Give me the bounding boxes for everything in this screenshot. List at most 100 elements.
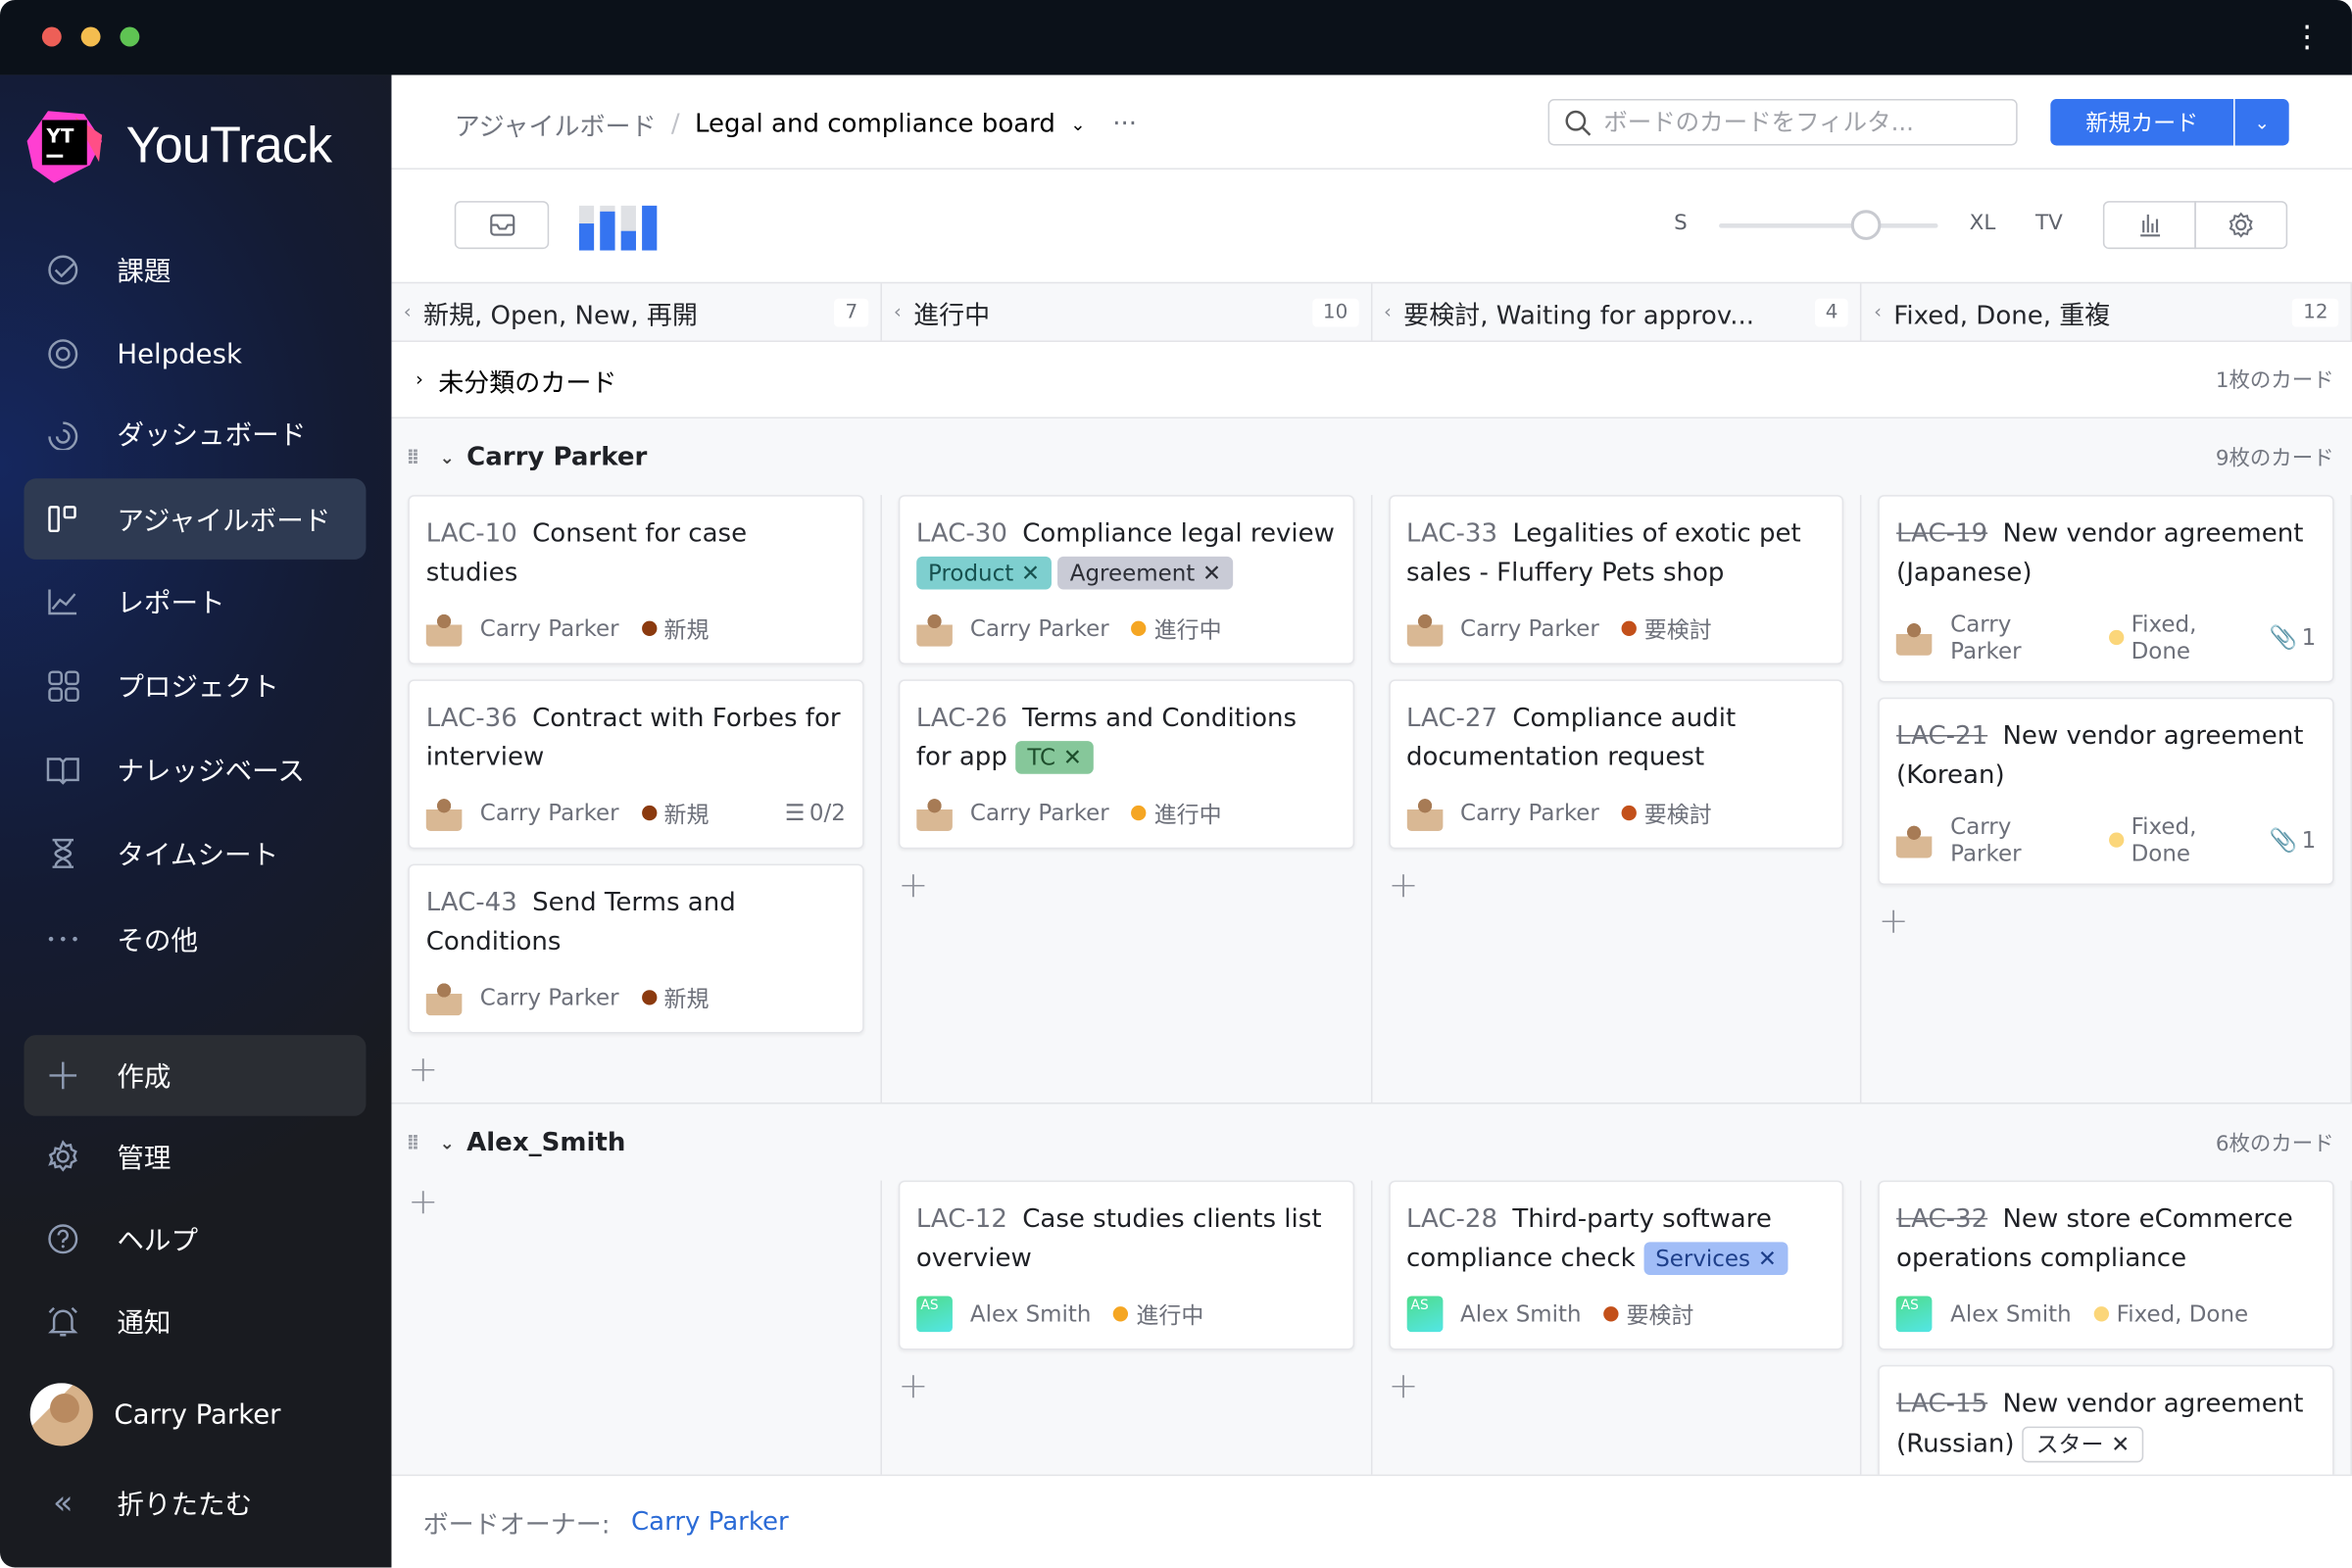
sidebar-item-plus[interactable]: 作成 — [24, 1035, 367, 1116]
tag[interactable]: Services ✕ — [1642, 1242, 1789, 1276]
size-tv-button[interactable]: TV — [2035, 212, 2063, 235]
state-label[interactable]: 進行中 — [1154, 612, 1222, 644]
subtasks[interactable]: ☰ 0/2 — [785, 800, 846, 827]
tag[interactable]: Agreement ✕ — [1057, 556, 1234, 590]
issue-id[interactable]: LAC-32 — [1896, 1204, 1987, 1235]
add-card-button[interactable]: + — [1389, 1365, 1844, 1404]
chevron-left-icon[interactable]: ‹ — [1384, 301, 1392, 323]
tag[interactable]: スター ✕ — [2022, 1426, 2144, 1463]
close-icon[interactable]: ✕ — [2111, 1431, 2130, 1458]
sidebar-item-bell[interactable]: 通知 — [24, 1281, 366, 1362]
report-button[interactable] — [2102, 201, 2196, 250]
card-size-slider-handle[interactable] — [1850, 210, 1882, 240]
sidebar-item-hourglass[interactable]: タイムシート — [24, 813, 366, 895]
chevron-down-icon[interactable]: ⌄ — [439, 1132, 454, 1152]
add-card-button[interactable]: + — [1389, 864, 1844, 904]
close-icon[interactable]: ✕ — [1758, 1245, 1777, 1272]
state-label[interactable]: 新規 — [664, 982, 710, 1013]
assignee-name[interactable]: Alex Smith — [970, 1300, 1092, 1328]
state-label[interactable]: 要検討 — [1627, 1298, 1694, 1330]
issue-id[interactable]: LAC-30 — [916, 519, 1007, 550]
issue-card[interactable]: LAC-36 Contract with Forbes for interview… — [408, 679, 864, 850]
new-card-dropdown-button[interactable]: ⌄ — [2234, 99, 2289, 146]
board-selector[interactable]: Legal and compliance board — [695, 109, 1055, 139]
issue-card[interactable]: LAC-26 Terms and Conditions for app TC ✕ Ca… — [898, 679, 1354, 850]
sidebar-item-more[interactable]: その他 — [24, 899, 366, 980]
assignee-name[interactable]: Carry Parker — [1950, 813, 2086, 867]
state-label[interactable]: Fixed, Done — [2132, 611, 2261, 664]
chevron-down-icon[interactable]: ⌄ — [1070, 114, 1085, 134]
state-label[interactable]: Fixed, Done — [2132, 813, 2261, 867]
card-size-slider[interactable] — [1719, 223, 1938, 228]
assignee-name[interactable]: Carry Parker — [970, 615, 1109, 643]
issue-id[interactable]: LAC-43 — [426, 888, 517, 918]
assignee-name[interactable]: Carry Parker — [970, 800, 1109, 827]
sprint-chart-button[interactable] — [578, 205, 658, 257]
issue-card[interactable]: LAC-43 Send Terms and Conditions Carry Pa… — [408, 863, 864, 1034]
assignee-name[interactable]: Carry Parker — [1460, 615, 1599, 643]
assignee-name[interactable]: Alex Smith — [1460, 1300, 1582, 1328]
assignee-name[interactable]: Carry Parker — [480, 984, 619, 1011]
sidebar-item-projects-grid[interactable]: プロジェクト — [24, 645, 366, 726]
card-filter-search[interactable] — [1547, 99, 2018, 146]
close-icon[interactable]: ✕ — [1021, 560, 1040, 587]
sidebar-item-lifebuoy[interactable]: Helpdesk — [24, 314, 366, 395]
close-icon[interactable]: ✕ — [1202, 560, 1221, 587]
add-card-button[interactable]: + — [408, 1181, 863, 1220]
sidebar-item-check-circle[interactable]: 課題 — [24, 229, 366, 311]
issue-id[interactable]: LAC-10 — [426, 519, 517, 550]
drag-handle-icon[interactable]: ⁞⁞ — [407, 445, 440, 468]
search-input[interactable] — [1603, 108, 1994, 137]
add-card-button[interactable]: + — [898, 1365, 1353, 1404]
chevron-left-icon[interactable]: ‹ — [894, 301, 902, 323]
state-label[interactable]: 進行中 — [1154, 798, 1222, 829]
assignee-name[interactable]: Carry Parker — [480, 615, 619, 643]
more-options-icon[interactable]: ··· — [1112, 109, 1137, 139]
add-card-button[interactable]: + — [408, 1049, 863, 1088]
minimize-window-button[interactable] — [80, 26, 101, 47]
add-card-button[interactable]: + — [898, 864, 1353, 904]
chevron-down-icon[interactable]: ⌄ — [439, 446, 454, 466]
board-owner-link[interactable]: Carry Parker — [631, 1506, 789, 1537]
issue-id[interactable]: LAC-15 — [1896, 1389, 1987, 1419]
issue-card[interactable]: LAC-30 Compliance legal review Product ✕ Ag… — [898, 495, 1354, 665]
logo[interactable]: YT YouTrack — [24, 105, 332, 186]
issue-id[interactable]: LAC-33 — [1406, 519, 1497, 550]
sidebar-item-agile-board[interactable]: アジャイルボード — [24, 478, 367, 560]
state-label[interactable]: 新規 — [664, 612, 710, 644]
column-header[interactable]: ‹ 新規, Open, New, 再開 7 — [391, 283, 882, 341]
sidebar-user-profile[interactable]: Carry Parker — [29, 1374, 372, 1455]
close-window-button[interactable] — [41, 26, 62, 47]
maximize-window-button[interactable] — [120, 26, 140, 47]
swimlane-header[interactable]: ⁞⁞ ⌄ Carry Parker 9枚のカード — [391, 418, 2351, 495]
attachments[interactable]: 📎 1 — [2269, 624, 2316, 652]
column-header[interactable]: ‹ 要検討, Waiting for approv... 4 — [1372, 283, 1862, 341]
backlog-button[interactable] — [454, 201, 550, 250]
chevron-left-icon[interactable]: ‹ — [404, 301, 412, 323]
column-header[interactable]: ‹ Fixed, Done, 重複 12 — [1862, 283, 2352, 341]
assignee-name[interactable]: Carry Parker — [1950, 611, 2086, 664]
new-card-button[interactable]: 新規カード — [2050, 99, 2234, 146]
close-icon[interactable]: ✕ — [1063, 744, 1082, 771]
kebab-menu-icon[interactable]: ⋮ — [2292, 18, 2323, 54]
state-label[interactable]: 進行中 — [1136, 1298, 1203, 1330]
state-label[interactable]: 要検討 — [1644, 798, 1712, 829]
sidebar-item-help[interactable]: ヘルプ — [24, 1199, 366, 1280]
issue-card[interactable]: LAC-10 Consent for case studies Carry Par… — [408, 495, 864, 665]
issue-card[interactable]: LAC-21 New vendor agreement (Korean) Carr… — [1878, 697, 2334, 886]
issue-id[interactable]: LAC-26 — [916, 704, 1007, 734]
issue-card[interactable]: LAC-19 New vendor agreement (Japanese) Ca… — [1878, 495, 2334, 683]
issue-id[interactable]: LAC-28 — [1406, 1204, 1497, 1235]
board-settings-button[interactable] — [2194, 201, 2288, 250]
issue-id[interactable]: LAC-19 — [1896, 519, 1987, 550]
sidebar-item-report-chart[interactable]: レポート — [24, 561, 366, 642]
chevron-right-icon[interactable]: › — [416, 368, 423, 391]
uncategorized-cards-row[interactable]: › 未分類のカード 1枚のカード — [391, 342, 2352, 419]
state-label[interactable]: Fixed, Done — [2117, 1300, 2249, 1328]
sidebar-item-gear[interactable]: 管理 — [24, 1116, 366, 1198]
state-label[interactable]: 要検討 — [1644, 612, 1712, 644]
assignee-name[interactable]: Alex Smith — [1950, 1300, 2072, 1328]
assignee-name[interactable]: Carry Parker — [480, 800, 619, 827]
attachments[interactable]: 📎 1 — [2269, 826, 2316, 854]
issue-id[interactable]: LAC-12 — [916, 1204, 1007, 1235]
